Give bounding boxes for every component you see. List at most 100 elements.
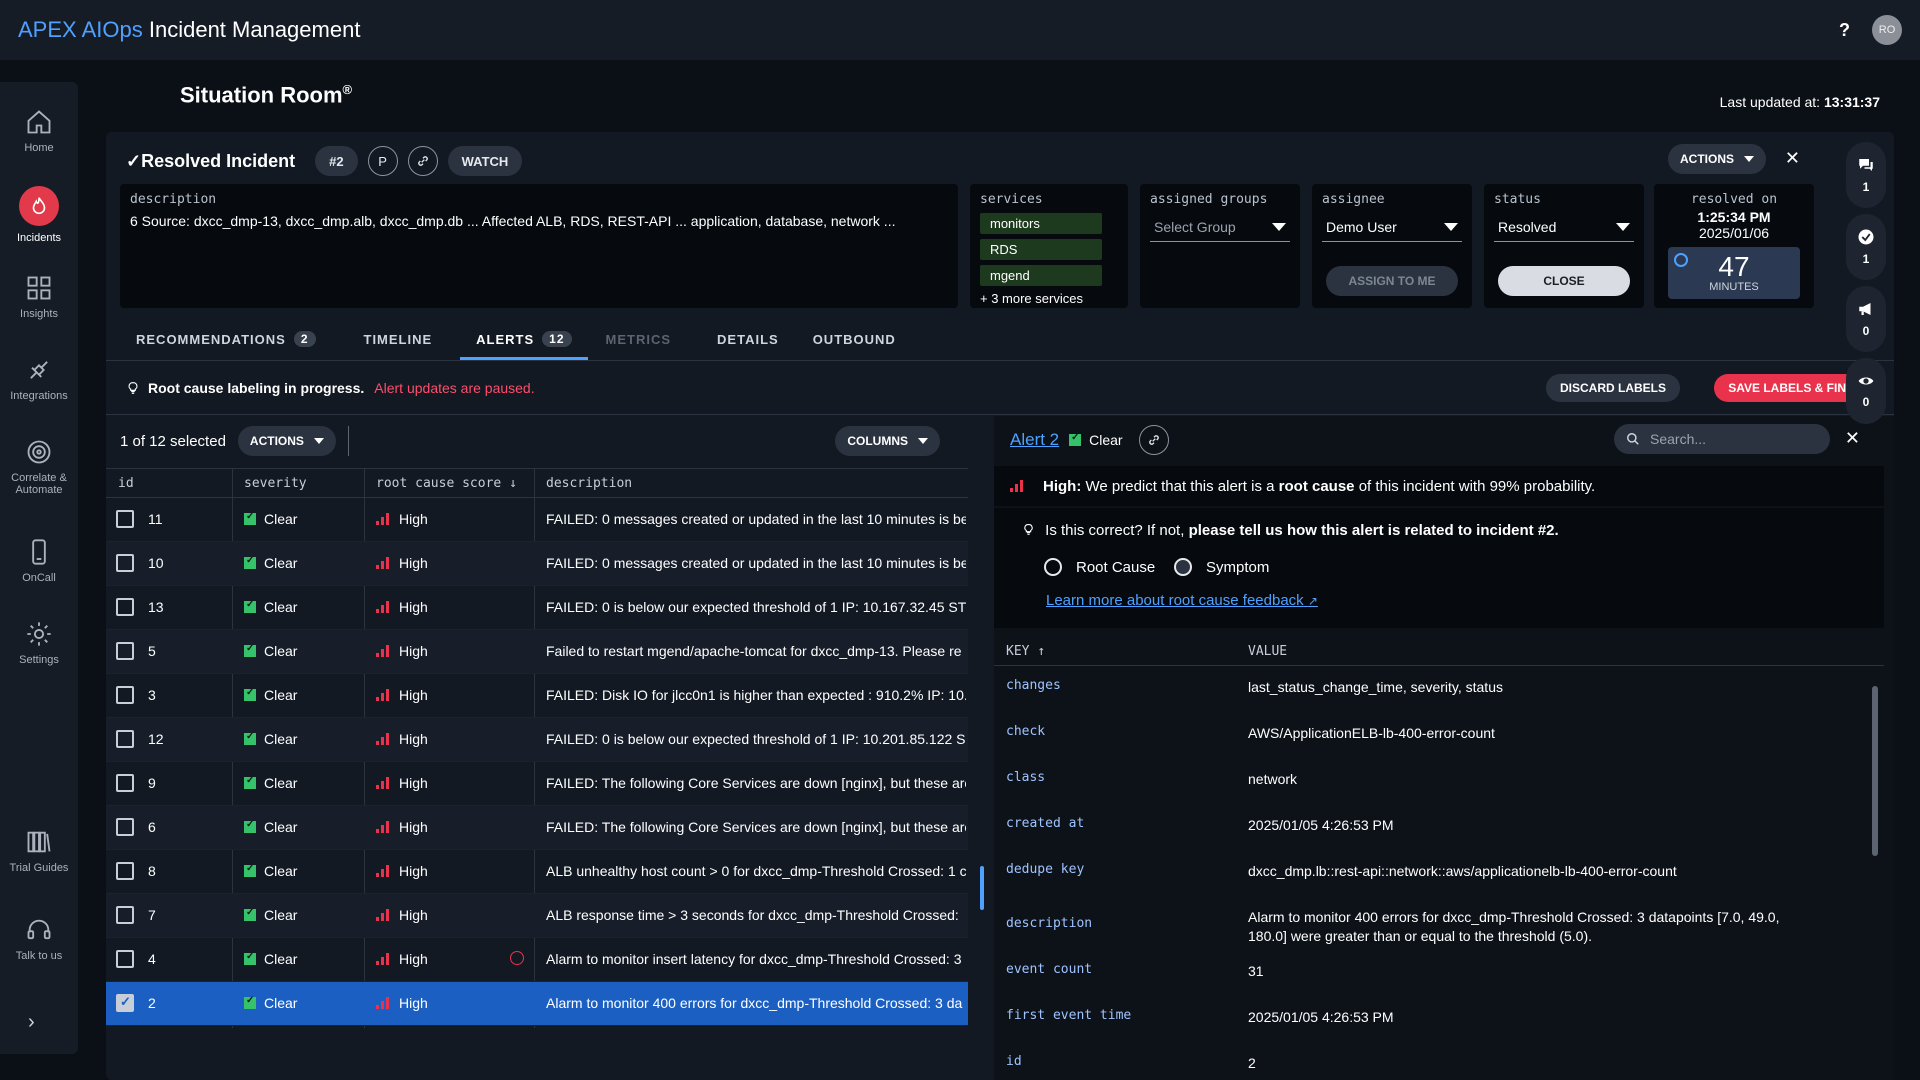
- table-row[interactable]: 3 Clear High FAILED: Disk IO for jlcc0n1 is…: [106, 674, 968, 718]
- row-checkbox[interactable]: [116, 686, 134, 704]
- table-row[interactable]: 12 Clear High FAILED: 0 is below our expect…: [106, 718, 968, 762]
- copy-alert-link-button[interactable]: [1138, 425, 1169, 455]
- column-header-score[interactable]: root cause score ↓: [376, 476, 517, 491]
- resolved-box: resolved on 1:25:34 PM 2025/01/06 47 MIN…: [1654, 184, 1814, 308]
- score-cell: High: [376, 907, 428, 923]
- field-value: 31: [1248, 963, 1264, 979]
- key-column-header[interactable]: KEY ↑: [1006, 644, 1045, 659]
- banner-warning: Alert updates are paused.: [374, 380, 535, 396]
- discard-labels-button[interactable]: DISCARD LABELS: [1545, 374, 1680, 402]
- incident-actions-button[interactable]: ACTIONS: [1668, 144, 1766, 174]
- service-tag[interactable]: monitors: [980, 213, 1102, 234]
- row-checkbox[interactable]: [116, 598, 134, 616]
- service-tag[interactable]: mgend: [980, 265, 1102, 286]
- row-checkbox[interactable]: [116, 730, 134, 748]
- link-icon: [1148, 435, 1159, 445]
- row-checkbox[interactable]: [116, 642, 134, 660]
- tab-outbound[interactable]: OUTBOUND: [797, 318, 912, 360]
- bulk-actions-button[interactable]: ACTIONS: [237, 426, 336, 456]
- sidebar-item-label: OnCall: [22, 572, 56, 584]
- field-key: created at: [1006, 816, 1085, 831]
- clear-check-icon: [244, 643, 256, 657]
- learn-more-link[interactable]: Learn more about root cause feedback ↗: [1046, 592, 1318, 609]
- root-cause-radio[interactable]: Root Cause: [1044, 558, 1155, 576]
- table-row[interactable]: 13 Clear High FAILED: 0 is below our expect…: [106, 586, 968, 630]
- selection-count: 1 of 12 selected: [120, 432, 226, 450]
- help-icon[interactable]: ?: [1839, 20, 1850, 41]
- status-box: status Resolved CLOSE: [1484, 184, 1644, 308]
- priority-button[interactable]: P: [367, 146, 398, 176]
- service-tag[interactable]: RDS: [980, 239, 1102, 260]
- field-key: first event time: [1006, 1008, 1132, 1023]
- table-row[interactable]: 5 Clear High Failed to restart mgend/apache…: [106, 630, 968, 674]
- assignee-select[interactable]: Demo User: [1322, 213, 1462, 242]
- field-key: id: [1006, 1054, 1022, 1069]
- symptom-radio[interactable]: Symptom: [1174, 558, 1269, 576]
- row-checkbox[interactable]: [116, 950, 134, 968]
- table-row[interactable]: 8 Clear High ALB unhealthy host count > 0 f…: [106, 850, 968, 894]
- row-checkbox[interactable]: [116, 862, 134, 880]
- sidebar-item-insights[interactable]: Insights: [0, 274, 78, 320]
- row-checkbox[interactable]: [116, 774, 134, 792]
- watch-button[interactable]: WATCH: [447, 146, 523, 176]
- watchers-button[interactable]: 0: [1846, 358, 1886, 424]
- alert-id: 8: [148, 863, 156, 879]
- sidebar-item-oncall[interactable]: OnCall: [0, 538, 78, 584]
- row-checkbox[interactable]: [116, 906, 134, 924]
- tab-details[interactable]: DETAILS: [701, 318, 795, 360]
- column-header-description[interactable]: description: [546, 476, 632, 491]
- resolution-button[interactable]: 1: [1846, 214, 1886, 280]
- more-services-link[interactable]: + 3 more services: [980, 291, 1118, 306]
- sidebar-item-trial-guides[interactable]: Trial Guides: [0, 828, 78, 874]
- sidebar-item-settings[interactable]: Settings: [0, 620, 78, 666]
- table-row[interactable]: 2 Clear High Alarm to monitor 400 errors fo…: [106, 982, 968, 1026]
- row-checkbox[interactable]: [116, 994, 134, 1012]
- sidebar-item-integrations[interactable]: Integrations: [0, 356, 78, 402]
- tab-timeline[interactable]: TIMELINE: [348, 318, 449, 360]
- alert-title-link[interactable]: Alert 2: [1010, 430, 1059, 450]
- table-row[interactable]: 10 Clear High FAILED: 0 messages created or…: [106, 542, 968, 586]
- severity-cell: Clear: [244, 555, 297, 571]
- column-header-id[interactable]: id: [118, 476, 134, 491]
- table-row[interactable]: 6 Clear High FAILED: The following Core Ser…: [106, 806, 968, 850]
- sidebar: Home Incidents Insights Integrations Cor…: [0, 82, 78, 1054]
- divider: [106, 414, 1894, 415]
- scrollbar[interactable]: [1872, 686, 1878, 856]
- assign-to-me-button[interactable]: ASSIGN TO ME: [1326, 266, 1458, 296]
- table-row[interactable]: 4 Clear High Alarm to monitor insert latenc…: [106, 938, 968, 982]
- close-detail-icon[interactable]: ✕: [1845, 428, 1860, 449]
- sidebar-item-label: Trial Guides: [9, 862, 69, 874]
- columns-button[interactable]: COLUMNS: [835, 426, 940, 456]
- sidebar-item-home[interactable]: Home: [0, 108, 78, 154]
- radio-button[interactable]: [1044, 558, 1062, 576]
- gear-icon: [27, 622, 51, 646]
- sidebar-item-talk[interactable]: Talk to us: [0, 916, 78, 962]
- tab-recommendations[interactable]: RECOMMENDATIONS 2: [120, 318, 332, 360]
- kv-table-header: KEY ↑ VALUE: [994, 636, 1884, 666]
- signal-bars-icon: [376, 997, 389, 1009]
- row-checkbox[interactable]: [116, 510, 134, 528]
- comments-button[interactable]: 1: [1846, 142, 1886, 208]
- expand-sidebar-icon[interactable]: ›: [28, 1011, 35, 1034]
- radio-button[interactable]: [1174, 558, 1192, 576]
- row-checkbox[interactable]: [116, 818, 134, 836]
- description-cell: Alarm to monitor 400 errors for dxcc_dmp…: [546, 995, 963, 1011]
- status-select[interactable]: Resolved: [1494, 213, 1634, 242]
- sidebar-item-incidents[interactable]: Incidents: [0, 186, 78, 244]
- tab-alerts[interactable]: ALERTS 12: [460, 318, 588, 360]
- copy-link-button[interactable]: [407, 146, 438, 176]
- table-row[interactable]: 7 Clear High ALB response time > 3 seconds …: [106, 894, 968, 938]
- row-checkbox[interactable]: [116, 554, 134, 572]
- description-cell: Failed to restart mgend/apache-tomcat fo…: [546, 643, 962, 659]
- table-row[interactable]: 9 Clear High FAILED: The following Core Ser…: [106, 762, 968, 806]
- announcements-button[interactable]: 0: [1846, 286, 1886, 352]
- close-icon[interactable]: ✕: [1785, 148, 1800, 169]
- avatar[interactable]: RO: [1872, 15, 1902, 45]
- table-row[interactable]: 11 Clear High FAILED: 0 messages created or…: [106, 498, 968, 542]
- close-incident-button[interactable]: CLOSE: [1498, 266, 1630, 296]
- group-select[interactable]: Select Group: [1150, 213, 1290, 242]
- scrollbar[interactable]: [980, 866, 984, 910]
- column-header-severity[interactable]: severity: [244, 476, 307, 491]
- sidebar-item-correlate[interactable]: Correlate & Automate: [0, 438, 78, 496]
- search-input[interactable]: [1650, 431, 1810, 447]
